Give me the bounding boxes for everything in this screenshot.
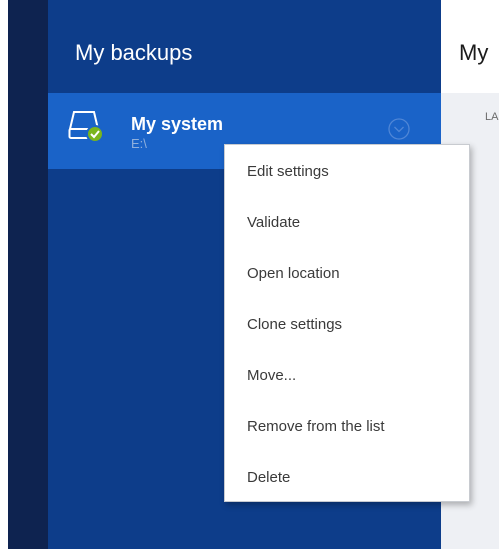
backup-name: My system <box>131 114 224 134</box>
details-column-header: LA <box>485 111 499 123</box>
menu-item-clone-settings[interactable]: Clone settings <box>225 300 469 350</box>
drive-icon <box>68 111 104 143</box>
menu-item-remove-from-list[interactable]: Remove from the list <box>225 402 469 452</box>
context-menu: Edit settings Validate Open location Clo… <box>224 144 470 502</box>
backup-path: E:\ <box>131 136 147 151</box>
chevron-down-icon[interactable] <box>388 118 410 140</box>
menu-item-open-location[interactable]: Open location <box>225 249 469 299</box>
details-title: My <box>459 40 489 65</box>
menu-item-edit-settings[interactable]: Edit settings <box>225 147 469 197</box>
menu-item-delete[interactable]: Delete <box>225 453 469 503</box>
details-header: My <box>441 0 499 93</box>
menu-item-move[interactable]: Move... <box>225 351 469 401</box>
navigation-rail <box>8 0 48 549</box>
panel-title: My backups <box>75 40 193 65</box>
menu-item-validate[interactable]: Validate <box>225 198 469 248</box>
